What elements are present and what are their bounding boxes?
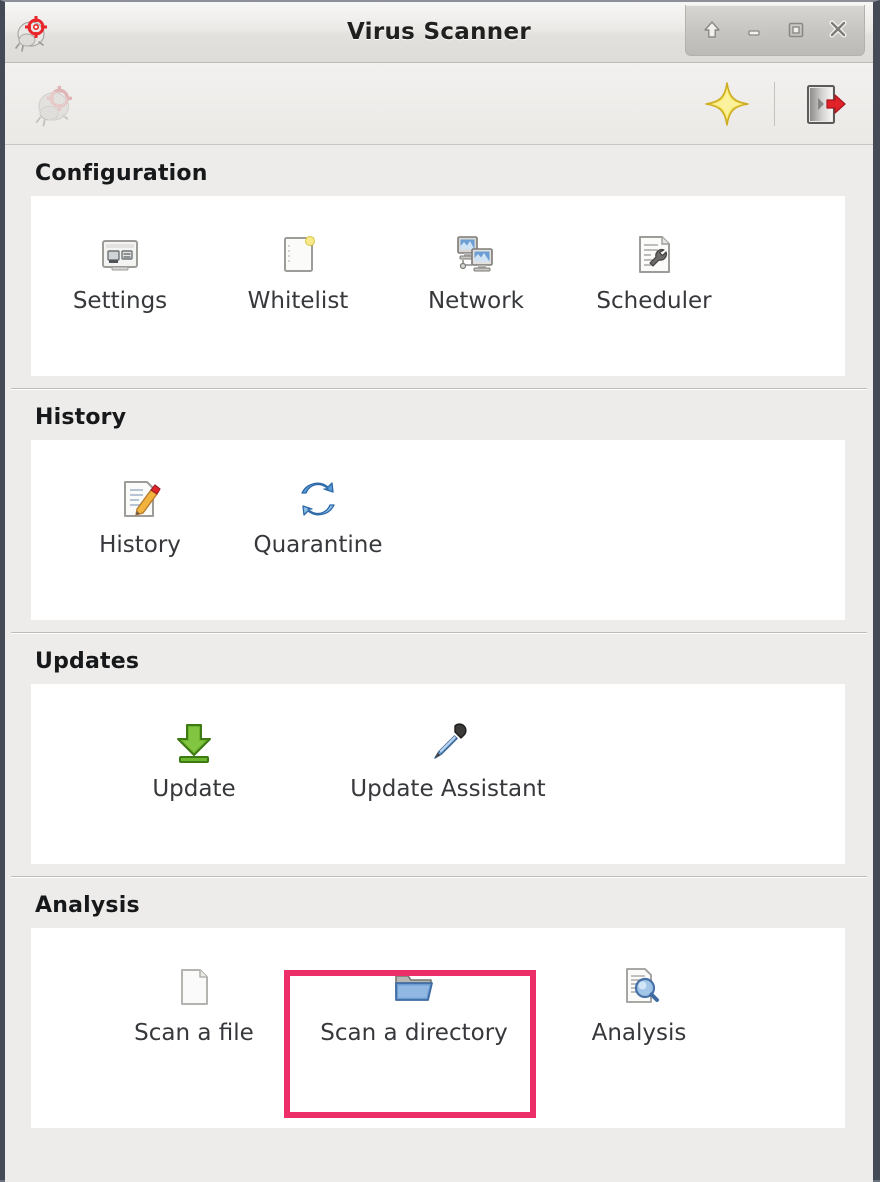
section-title-history: History — [35, 405, 127, 430]
minimize-button[interactable] — [734, 8, 774, 52]
section-panel-history: History Quarantine — [31, 440, 845, 620]
settings-monitors-icon — [97, 228, 143, 282]
section-panel-analysis: Scan a file Scan a directory Analysis — [31, 928, 845, 1128]
close-button[interactable] — [818, 8, 858, 52]
app-icon — [5, 4, 61, 60]
section-updates: Updates Update Update Assistant — [5, 633, 873, 877]
tile-label: Network — [427, 288, 525, 314]
whitelist-page-icon — [275, 228, 321, 282]
wizard-toolbar-button[interactable] — [700, 77, 754, 131]
section-panel-updates: Update Update Assistant — [31, 684, 845, 864]
yellow-star-icon — [704, 81, 750, 127]
tile-label: Scheduler — [596, 288, 712, 314]
analysis-magnifier-icon — [616, 960, 662, 1014]
tile-scan-a-directory[interactable]: Scan a directory — [289, 946, 539, 1058]
tile-label: Update Assistant — [350, 776, 546, 802]
section-configuration: Configuration Settings Whitelist Network… — [5, 145, 873, 389]
tile-scan-a-file[interactable]: Scan a file — [99, 946, 289, 1058]
tile-update-assistant[interactable]: Update Assistant — [283, 702, 613, 814]
tile-label: Settings — [72, 288, 168, 314]
tile-whitelist[interactable]: Whitelist — [209, 214, 387, 326]
quit-toolbar-button[interactable] — [795, 76, 851, 132]
toolbar-left-group — [27, 75, 85, 133]
network-computers-icon — [453, 228, 499, 282]
window-controls — [685, 5, 865, 56]
application-window: Virus Scanner Configuration Settings Whi… — [0, 0, 880, 1182]
tile-label: History — [99, 532, 181, 558]
tile-label: Analysis — [591, 1020, 687, 1046]
tile-analysis[interactable]: Analysis — [539, 946, 739, 1058]
title-bar: Virus Scanner — [5, 2, 873, 63]
tile-settings[interactable]: Settings — [31, 214, 209, 326]
shade-button[interactable] — [692, 8, 732, 52]
tile-network[interactable]: Network — [387, 214, 565, 326]
section-panel-configuration: Settings Whitelist Network Scheduler — [31, 196, 845, 376]
scheduler-document-wrench-icon — [631, 228, 677, 282]
update-assistant-pipette-icon — [425, 716, 471, 770]
tile-update[interactable]: Update — [105, 702, 283, 814]
tile-label: Scan a file — [134, 1020, 254, 1046]
update-download-arrow-icon — [170, 716, 218, 770]
section-title-configuration: Configuration — [35, 161, 208, 186]
exit-door-icon — [799, 80, 847, 128]
section-history: History History Quarantine — [5, 389, 873, 633]
tile-label: Scan a directory — [320, 1020, 508, 1046]
history-document-pencil-icon — [117, 472, 163, 526]
tile-scheduler[interactable]: Scheduler — [565, 214, 743, 326]
section-title-updates: Updates — [35, 649, 140, 674]
tile-label: Whitelist — [247, 288, 349, 314]
tile-label: Quarantine — [253, 532, 383, 558]
scan-toolbar-button[interactable] — [27, 75, 85, 133]
content-area: Configuration Settings Whitelist Network… — [5, 145, 873, 1182]
section-title-analysis: Analysis — [35, 893, 140, 918]
toolbar — [5, 63, 873, 145]
toolbar-right-group — [700, 76, 851, 132]
folder-open-icon — [391, 960, 437, 1014]
tile-history[interactable]: History — [51, 458, 229, 570]
maximize-button[interactable] — [776, 8, 816, 52]
tile-quarantine[interactable]: Quarantine — [229, 458, 407, 570]
file-page-icon — [172, 960, 216, 1014]
section-analysis: Analysis Scan a file Scan a directory An… — [5, 877, 873, 1128]
tile-label: Update — [152, 776, 236, 802]
quarantine-refresh-icon — [295, 472, 341, 526]
toolbar-separator — [774, 81, 775, 126]
